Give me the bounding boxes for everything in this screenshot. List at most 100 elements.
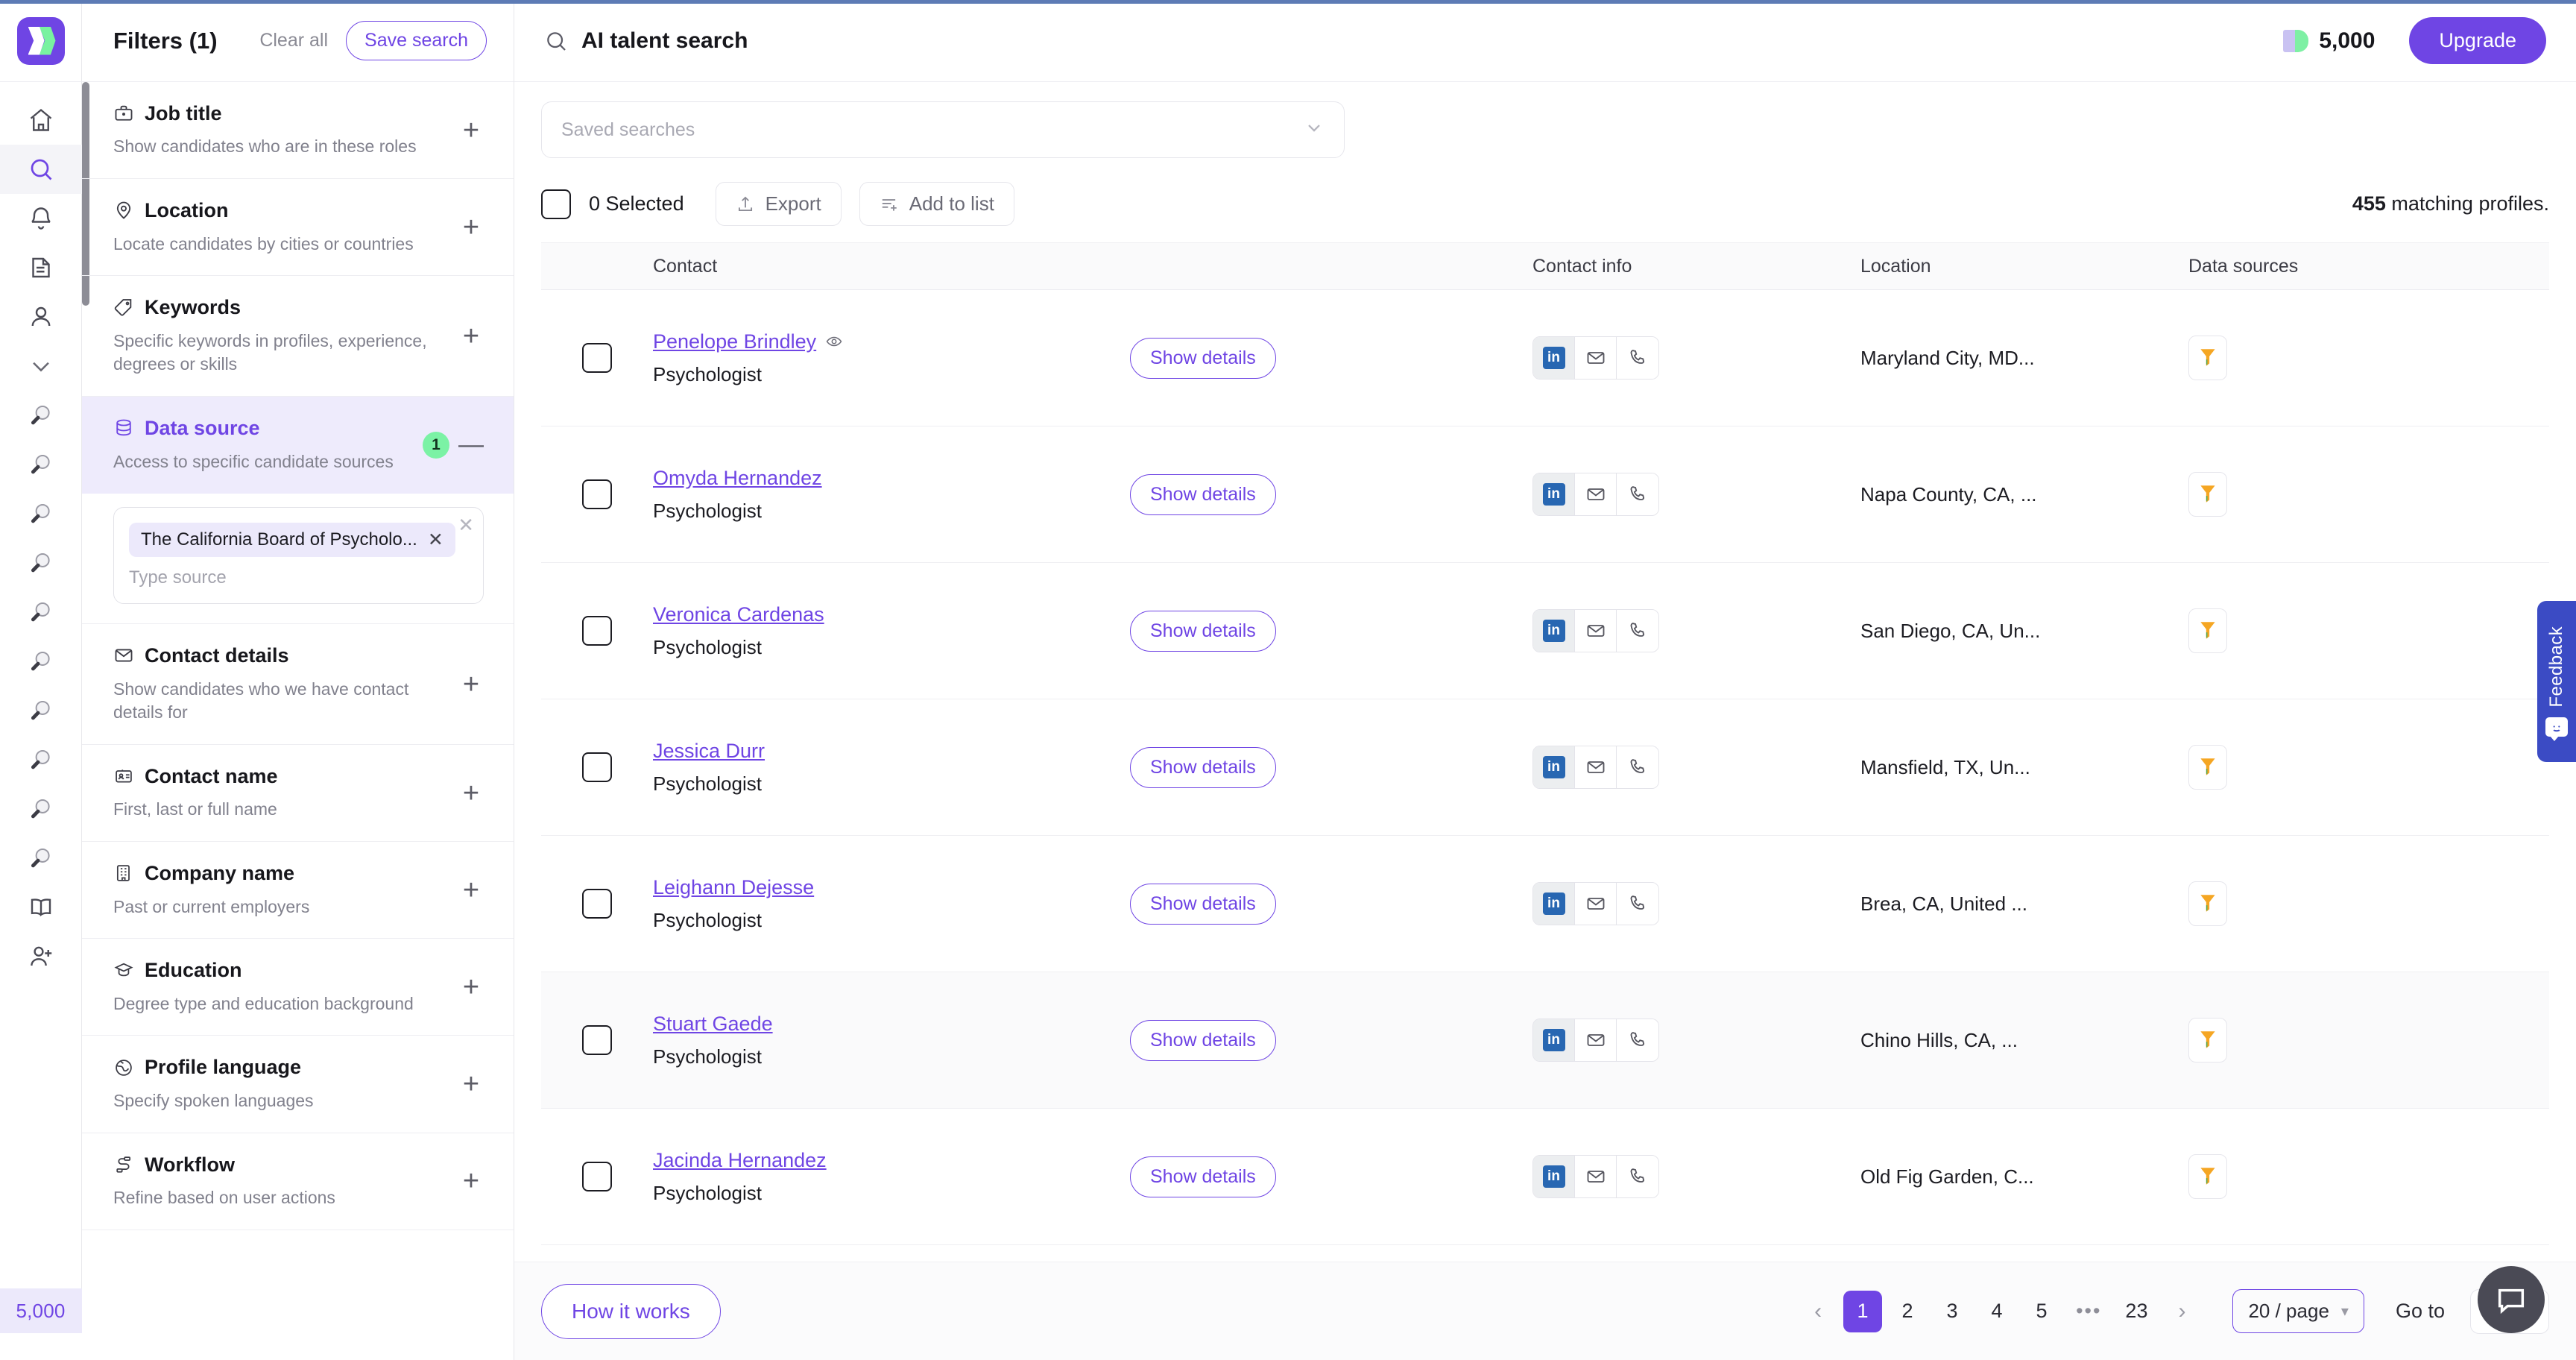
nav-search[interactable] (0, 145, 82, 194)
data-source-chip[interactable]: The California Board of Psycholo... ✕ (129, 523, 455, 558)
nav-library[interactable] (0, 883, 82, 932)
rail-credits-badge[interactable]: 5,000 (0, 1288, 82, 1333)
collapse-filter-button[interactable]: — (458, 432, 484, 456)
table-row[interactable]: Jessica Durr Psychologist Show details M… (541, 699, 2549, 836)
filter-company-name[interactable]: Company name Past or current employers + (82, 842, 514, 939)
data-source-button[interactable] (2188, 1018, 2227, 1062)
email-button[interactable] (1575, 1019, 1617, 1061)
candidate-name-link[interactable]: Stuart Gaede (653, 1013, 773, 1036)
email-button[interactable] (1575, 1156, 1617, 1197)
data-source-button[interactable] (2188, 608, 2227, 653)
nav-saved-search-6[interactable] (0, 637, 82, 686)
nav-saved-search-10[interactable] (0, 834, 82, 883)
table-row[interactable]: Veronica Cardenas Psychologist Show deta… (541, 563, 2549, 699)
linkedin-button[interactable] (1533, 610, 1575, 652)
show-details-button[interactable]: Show details (1130, 610, 1276, 652)
add-to-list-button[interactable]: Add to list (859, 182, 1014, 226)
candidate-name-link[interactable]: Jacinda Hernandez (653, 1149, 827, 1172)
phone-button[interactable] (1617, 610, 1658, 652)
page-button-5[interactable]: 5 (2022, 1291, 2061, 1332)
email-button[interactable] (1575, 746, 1617, 788)
table-row[interactable]: Omyda Hernandez Psychologist Show detail… (541, 426, 2549, 563)
filter-contact-name[interactable]: Contact name First, last or full name + (82, 745, 514, 843)
add-filter-button[interactable]: + (458, 1070, 484, 1098)
row-checkbox[interactable] (582, 1162, 612, 1191)
email-button[interactable] (1575, 337, 1617, 379)
nav-saved-search-3[interactable] (0, 489, 82, 538)
linkedin-button[interactable] (1533, 1156, 1575, 1197)
filter-profile-language[interactable]: Profile language Specify spoken language… (82, 1036, 514, 1133)
filter-contact-details[interactable]: Contact details Show candidates who we h… (82, 624, 514, 746)
phone-button[interactable] (1617, 1156, 1658, 1197)
filter-keywords[interactable]: Keywords Specific keywords in profiles, … (82, 276, 514, 397)
email-button[interactable] (1575, 473, 1617, 515)
phone-button[interactable] (1617, 746, 1658, 788)
nav-notifications[interactable] (0, 194, 82, 243)
show-details-button[interactable]: Show details (1130, 1019, 1276, 1061)
candidate-name-link[interactable]: Leighann Dejesse (653, 876, 814, 899)
nav-saved-search-5[interactable] (0, 588, 82, 637)
nav-expand[interactable] (0, 341, 82, 391)
data-source-button[interactable] (2188, 745, 2227, 790)
add-filter-button[interactable]: + (458, 973, 484, 1001)
candidate-name-link[interactable]: Penelope Brindley (653, 330, 843, 353)
data-source-button[interactable] (2188, 336, 2227, 380)
source-placeholder[interactable]: Type source (129, 567, 470, 588)
linkedin-button[interactable] (1533, 883, 1575, 925)
filter-education[interactable]: Education Degree type and education back… (82, 939, 514, 1036)
nav-invite[interactable] (0, 932, 82, 981)
page-button-2[interactable]: 2 (1888, 1291, 1927, 1332)
nav-saved-search-8[interactable] (0, 735, 82, 784)
nav-saved-search-2[interactable] (0, 440, 82, 489)
linkedin-button[interactable] (1533, 473, 1575, 515)
nav-home[interactable] (0, 95, 82, 145)
saved-searches-select[interactable]: Saved searches (541, 101, 1345, 158)
data-source-input-box[interactable]: ✕ The California Board of Psycholo... ✕ … (113, 507, 484, 605)
page-button-1[interactable]: 1 (1843, 1290, 1883, 1332)
nav-documents[interactable] (0, 243, 82, 292)
remove-chip-icon[interactable]: ✕ (428, 530, 443, 550)
candidate-name-link[interactable]: Jessica Durr (653, 740, 765, 763)
upgrade-button[interactable]: Upgrade (2409, 17, 2546, 64)
table-row[interactable]: Leighann Dejesse Psychologist Show detai… (541, 836, 2549, 972)
add-filter-button[interactable]: + (458, 670, 484, 699)
row-checkbox[interactable] (582, 479, 612, 509)
chat-widget-button[interactable] (2478, 1266, 2545, 1333)
linkedin-button[interactable] (1533, 746, 1575, 788)
feedback-tab[interactable]: Feedback (2537, 601, 2576, 762)
credits-indicator[interactable]: 5,000 (2283, 28, 2375, 54)
app-logo[interactable] (16, 16, 65, 65)
email-button[interactable] (1575, 610, 1617, 652)
table-row[interactable]: Jacinda Hernandez Psychologist Show deta… (541, 1109, 2549, 1245)
phone-button[interactable] (1617, 1019, 1658, 1061)
row-checkbox[interactable] (582, 343, 612, 373)
add-filter-button[interactable]: + (458, 779, 484, 808)
add-filter-button[interactable]: + (458, 1167, 484, 1195)
filter-job-title[interactable]: Job title Show candidates who are in the… (82, 82, 514, 180)
add-filter-button[interactable]: + (458, 213, 484, 242)
data-source-button[interactable] (2188, 1154, 2227, 1199)
row-checkbox[interactable] (582, 616, 612, 646)
candidate-name-link[interactable]: Omyda Hernandez (653, 467, 822, 490)
clear-all-button[interactable]: Clear all (259, 30, 328, 51)
show-details-button[interactable]: Show details (1130, 746, 1276, 788)
select-all-checkbox[interactable] (541, 189, 571, 219)
linkedin-button[interactable] (1533, 1019, 1575, 1061)
data-source-button[interactable] (2188, 881, 2227, 926)
show-details-button[interactable]: Show details (1130, 473, 1276, 515)
how-it-works-button[interactable]: How it works (541, 1283, 721, 1339)
export-button[interactable]: Export (715, 182, 842, 226)
candidate-name-link[interactable]: Veronica Cardenas (653, 603, 824, 626)
add-filter-button[interactable]: + (458, 876, 484, 904)
filter-data-source[interactable]: Data source Access to specific candidate… (82, 397, 514, 494)
row-checkbox[interactable] (582, 752, 612, 782)
prev-page-button[interactable]: ‹ (1799, 1291, 1837, 1332)
add-filter-button[interactable]: + (458, 322, 484, 350)
phone-button[interactable] (1617, 337, 1658, 379)
nav-saved-search-1[interactable] (0, 391, 82, 440)
phone-button[interactable] (1617, 473, 1658, 515)
nav-contacts[interactable] (0, 292, 82, 341)
filter-location[interactable]: Location Locate candidates by cities or … (82, 179, 514, 277)
page-button-last[interactable]: 23 (2116, 1291, 2156, 1332)
add-filter-button[interactable]: + (458, 116, 484, 145)
